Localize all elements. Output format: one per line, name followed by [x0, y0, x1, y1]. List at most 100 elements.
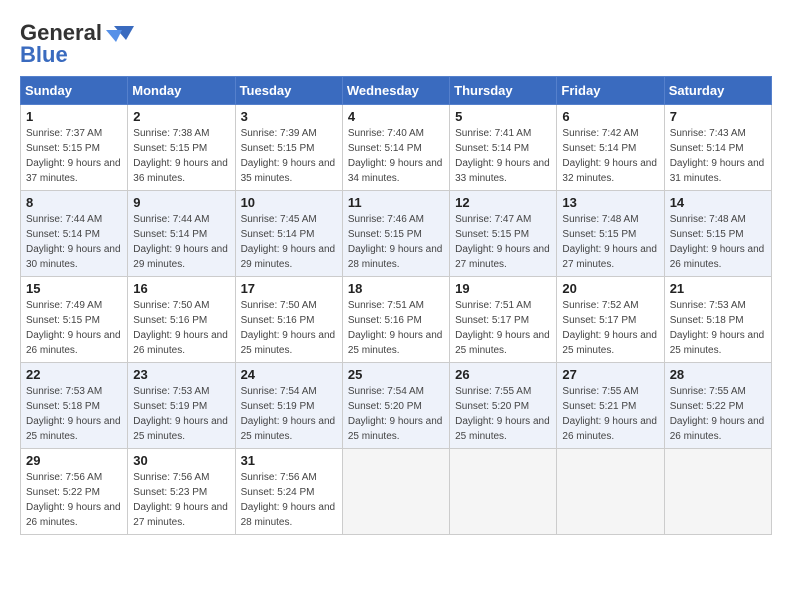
calendar-cell [557, 449, 664, 535]
day-detail: Sunrise: 7:46 AMSunset: 5:15 PMDaylight:… [348, 212, 444, 272]
day-number: 26 [455, 367, 551, 382]
day-number: 8 [26, 195, 122, 210]
calendar-cell: 7 Sunrise: 7:43 AMSunset: 5:14 PMDaylight… [664, 105, 771, 191]
calendar-cell: 9 Sunrise: 7:44 AMSunset: 5:14 PMDaylight… [128, 191, 235, 277]
day-number: 13 [562, 195, 658, 210]
day-number: 5 [455, 109, 551, 124]
day-number: 29 [26, 453, 122, 468]
day-number: 3 [241, 109, 337, 124]
day-number: 19 [455, 281, 551, 296]
calendar-cell: 21 Sunrise: 7:53 AMSunset: 5:18 PMDayligh… [664, 277, 771, 363]
calendar-cell: 14 Sunrise: 7:48 AMSunset: 5:15 PMDayligh… [664, 191, 771, 277]
day-number: 7 [670, 109, 766, 124]
weekday-header-wednesday: Wednesday [342, 77, 449, 105]
calendar-cell: 3 Sunrise: 7:39 AMSunset: 5:15 PMDaylight… [235, 105, 342, 191]
day-number: 22 [26, 367, 122, 382]
calendar-week-4: 22 Sunrise: 7:53 AMSunset: 5:18 PMDayligh… [21, 363, 772, 449]
day-detail: Sunrise: 7:50 AMSunset: 5:16 PMDaylight:… [241, 298, 337, 358]
day-detail: Sunrise: 7:53 AMSunset: 5:18 PMDaylight:… [670, 298, 766, 358]
calendar-cell: 12 Sunrise: 7:47 AMSunset: 5:15 PMDayligh… [450, 191, 557, 277]
day-number: 4 [348, 109, 444, 124]
calendar-cell: 10Sunrise: 7:45 AMSunset: 5:14 PMDayligh… [235, 191, 342, 277]
calendar-cell: 27 Sunrise: 7:55 AMSunset: 5:21 PMDayligh… [557, 363, 664, 449]
calendar-cell: 22 Sunrise: 7:53 AMSunset: 5:18 PMDayligh… [21, 363, 128, 449]
calendar-cell: 17 Sunrise: 7:50 AMSunset: 5:16 PMDayligh… [235, 277, 342, 363]
day-number: 18 [348, 281, 444, 296]
day-number: 25 [348, 367, 444, 382]
day-detail: Sunrise: 7:41 AMSunset: 5:14 PMDaylight:… [455, 126, 551, 186]
day-detail: Sunrise: 7:42 AMSunset: 5:14 PMDaylight:… [562, 126, 658, 186]
calendar-cell: 28Sunrise: 7:55 AMSunset: 5:22 PMDayligh… [664, 363, 771, 449]
day-detail: Sunrise: 7:47 AMSunset: 5:15 PMDaylight:… [455, 212, 551, 272]
calendar-cell: 2 Sunrise: 7:38 AMSunset: 5:15 PMDaylight… [128, 105, 235, 191]
calendar-cell [664, 449, 771, 535]
calendar-cell: 24Sunrise: 7:54 AMSunset: 5:19 PMDayligh… [235, 363, 342, 449]
logo: General Blue [20, 20, 136, 68]
day-detail: Sunrise: 7:39 AMSunset: 5:15 PMDaylight:… [241, 126, 337, 186]
day-number: 21 [670, 281, 766, 296]
calendar-week-2: 8 Sunrise: 7:44 AMSunset: 5:14 PMDaylight… [21, 191, 772, 277]
calendar-cell: 5 Sunrise: 7:41 AMSunset: 5:14 PMDaylight… [450, 105, 557, 191]
weekday-header-row: SundayMondayTuesdayWednesdayThursdayFrid… [21, 77, 772, 105]
calendar-cell: 8 Sunrise: 7:44 AMSunset: 5:14 PMDaylight… [21, 191, 128, 277]
header: General Blue [20, 20, 772, 68]
day-detail: Sunrise: 7:56 AMSunset: 5:22 PMDaylight:… [26, 470, 122, 530]
day-detail: Sunrise: 7:37 AMSunset: 5:15 PMDaylight:… [26, 126, 122, 186]
calendar-cell: 4 Sunrise: 7:40 AMSunset: 5:14 PMDaylight… [342, 105, 449, 191]
calendar-cell: 29 Sunrise: 7:56 AMSunset: 5:22 PMDayligh… [21, 449, 128, 535]
day-number: 16 [133, 281, 229, 296]
day-number: 14 [670, 195, 766, 210]
day-detail: Sunrise: 7:55 AMSunset: 5:21 PMDaylight:… [562, 384, 658, 444]
calendar-cell: 1 Sunrise: 7:37 AMSunset: 5:15 PMDaylight… [21, 105, 128, 191]
day-detail: Sunrise: 7:54 AMSunset: 5:20 PMDaylight:… [348, 384, 444, 444]
day-detail: Sunrise: 7:56 AMSunset: 5:23 PMDaylight:… [133, 470, 229, 530]
calendar-cell: 30Sunrise: 7:56 AMSunset: 5:23 PMDayligh… [128, 449, 235, 535]
day-number: 6 [562, 109, 658, 124]
logo-blue: Blue [20, 42, 68, 68]
day-detail: Sunrise: 7:53 AMSunset: 5:19 PMDaylight:… [133, 384, 229, 444]
logo-icon [106, 22, 136, 44]
calendar-cell: 16 Sunrise: 7:50 AMSunset: 5:16 PMDayligh… [128, 277, 235, 363]
day-number: 2 [133, 109, 229, 124]
calendar-cell: 25 Sunrise: 7:54 AMSunset: 5:20 PMDayligh… [342, 363, 449, 449]
weekday-header-saturday: Saturday [664, 77, 771, 105]
day-detail: Sunrise: 7:44 AMSunset: 5:14 PMDaylight:… [133, 212, 229, 272]
day-detail: Sunrise: 7:56 AMSunset: 5:24 PMDaylight:… [241, 470, 337, 530]
calendar-cell: 11 Sunrise: 7:46 AMSunset: 5:15 PMDayligh… [342, 191, 449, 277]
calendar-week-5: 29 Sunrise: 7:56 AMSunset: 5:22 PMDayligh… [21, 449, 772, 535]
calendar-cell [342, 449, 449, 535]
weekday-header-sunday: Sunday [21, 77, 128, 105]
day-detail: Sunrise: 7:49 AMSunset: 5:15 PMDaylight:… [26, 298, 122, 358]
calendar-cell [450, 449, 557, 535]
day-detail: Sunrise: 7:50 AMSunset: 5:16 PMDaylight:… [133, 298, 229, 358]
calendar-table: SundayMondayTuesdayWednesdayThursdayFrid… [20, 76, 772, 535]
day-number: 27 [562, 367, 658, 382]
day-number: 1 [26, 109, 122, 124]
calendar-cell: 23 Sunrise: 7:53 AMSunset: 5:19 PMDayligh… [128, 363, 235, 449]
calendar-cell: 31 Sunrise: 7:56 AMSunset: 5:24 PMDayligh… [235, 449, 342, 535]
day-detail: Sunrise: 7:45 AMSunset: 5:14 PMDaylight:… [241, 212, 337, 272]
day-number: 12 [455, 195, 551, 210]
calendar-week-3: 15Sunrise: 7:49 AMSunset: 5:15 PMDayligh… [21, 277, 772, 363]
day-number: 23 [133, 367, 229, 382]
day-detail: Sunrise: 7:43 AMSunset: 5:14 PMDaylight:… [670, 126, 766, 186]
day-detail: Sunrise: 7:53 AMSunset: 5:18 PMDaylight:… [26, 384, 122, 444]
calendar-cell: 20Sunrise: 7:52 AMSunset: 5:17 PMDayligh… [557, 277, 664, 363]
calendar-cell: 13Sunrise: 7:48 AMSunset: 5:15 PMDayligh… [557, 191, 664, 277]
weekday-header-tuesday: Tuesday [235, 77, 342, 105]
calendar-cell: 26Sunrise: 7:55 AMSunset: 5:20 PMDayligh… [450, 363, 557, 449]
day-number: 9 [133, 195, 229, 210]
day-number: 17 [241, 281, 337, 296]
day-number: 28 [670, 367, 766, 382]
day-number: 24 [241, 367, 337, 382]
weekday-header-friday: Friday [557, 77, 664, 105]
day-detail: Sunrise: 7:44 AMSunset: 5:14 PMDaylight:… [26, 212, 122, 272]
day-detail: Sunrise: 7:38 AMSunset: 5:15 PMDaylight:… [133, 126, 229, 186]
weekday-header-monday: Monday [128, 77, 235, 105]
day-detail: Sunrise: 7:48 AMSunset: 5:15 PMDaylight:… [670, 212, 766, 272]
calendar-cell: 18Sunrise: 7:51 AMSunset: 5:16 PMDayligh… [342, 277, 449, 363]
day-number: 31 [241, 453, 337, 468]
day-number: 11 [348, 195, 444, 210]
day-detail: Sunrise: 7:40 AMSunset: 5:14 PMDaylight:… [348, 126, 444, 186]
calendar-week-1: 1 Sunrise: 7:37 AMSunset: 5:15 PMDaylight… [21, 105, 772, 191]
